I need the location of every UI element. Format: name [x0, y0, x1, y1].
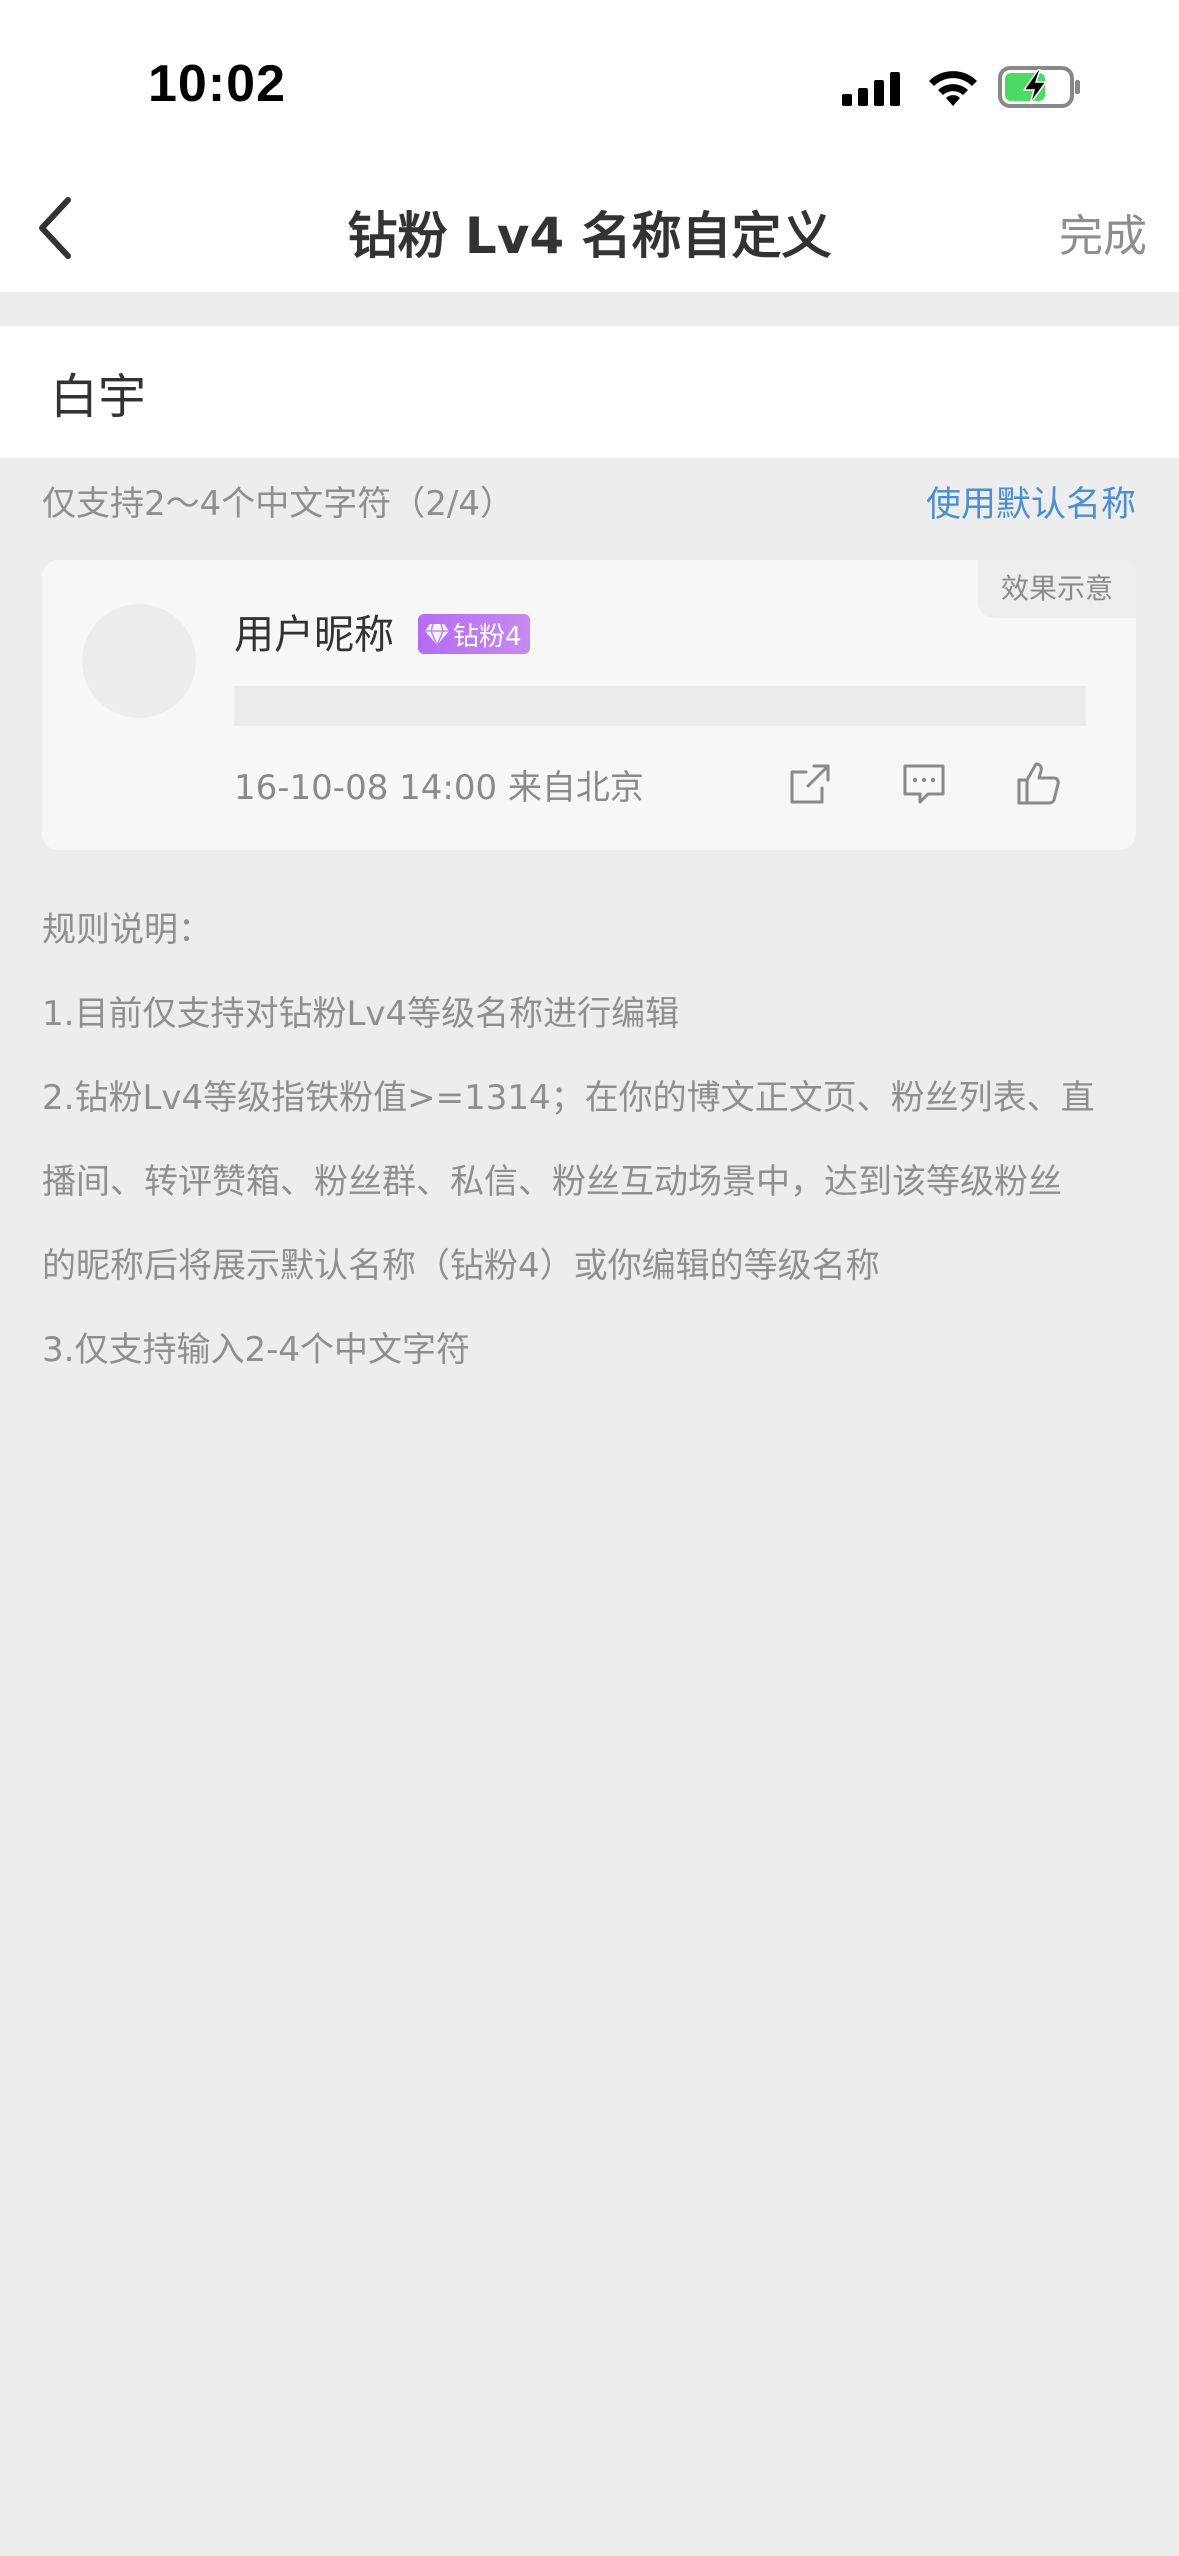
page-title: 钻粉 Lv4 名称自定义 [347, 207, 832, 265]
status-time: 10:02 [148, 55, 286, 113]
status-icons [842, 60, 1082, 112]
comment-icon[interactable] [900, 760, 948, 808]
done-button[interactable]: 完成 [1059, 200, 1147, 264]
fan-level-badge: 钻粉4 [418, 614, 530, 654]
preview-nickname: 用户昵称 [234, 612, 394, 658]
avatar [82, 604, 196, 718]
hint-row: 仅支持2～4个中文字符（2/4） 使用默认名称 [42, 476, 1136, 532]
rule-item: 2.钻粉Lv4等级指铁粉值>=1314；在你的博文正文页、粉丝列表、直 [42, 1078, 1095, 1118]
rule-item: 播间、转评赞箱、粉丝群、私信、粉丝互动场景中，达到该等级粉丝 [42, 1162, 1062, 1202]
badge-label: 钻粉4 [453, 621, 522, 652]
rule-item: 的昵称后将展示默认名称（钻粉4）或你编辑的等级名称 [42, 1246, 880, 1286]
post-text-placeholder [234, 686, 1086, 726]
post-meta: 16-10-08 14:00 来自北京 [234, 768, 644, 808]
use-default-name-link[interactable]: 使用默认名称 [926, 476, 1136, 527]
rules-section: 规则说明： 1.目前仅支持对钻粉Lv4等级名称进行编辑 2.钻粉Lv4等级指铁粉… [42, 888, 1142, 1392]
status-bar: 10:02 [0, 0, 1179, 160]
preview-tag: 效果示意 [978, 560, 1136, 618]
cellular-signal-icon [842, 72, 900, 106]
rules-title: 规则说明： [42, 910, 212, 950]
rule-item: 1.目前仅支持对钻粉Lv4等级名称进行编辑 [42, 994, 680, 1034]
rule-item: 3.仅支持输入2-4个中文字符 [42, 1330, 470, 1370]
level-name-input[interactable] [50, 326, 1130, 458]
wifi-icon [929, 71, 977, 106]
diamond-icon [425, 623, 449, 647]
nav-bar: 钻粉 Lv4 名称自定义 完成 [0, 160, 1179, 292]
battery-charging-icon [998, 66, 1080, 108]
like-icon[interactable] [1014, 760, 1062, 808]
char-limit-hint: 仅支持2～4个中文字符（2/4） [42, 484, 514, 524]
preview-card: 效果示意 用户昵称 钻粉4 16-10-08 14:00 来自北京 [42, 560, 1136, 850]
share-icon[interactable] [786, 760, 834, 808]
name-input-row [0, 326, 1179, 458]
